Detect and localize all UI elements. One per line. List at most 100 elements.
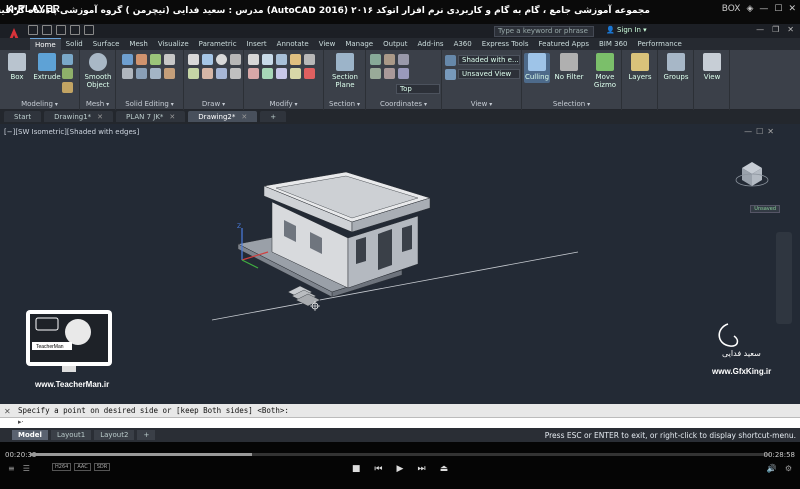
- ucs-y-icon[interactable]: [384, 68, 395, 79]
- visual-style-dropdown[interactable]: Shaded with e...: [458, 55, 520, 65]
- union-icon[interactable]: [122, 54, 133, 65]
- section-plane-button[interactable]: Section Plane: [328, 53, 362, 89]
- view-button[interactable]: View: [696, 53, 728, 81]
- seek-bar[interactable]: [30, 453, 770, 456]
- camera-icon[interactable]: [445, 69, 456, 80]
- drawing-canvas[interactable]: Z [−][SW Isometric][Shaded with edges] —…: [0, 124, 800, 404]
- thicken-icon[interactable]: [150, 68, 161, 79]
- copy-icon[interactable]: [262, 54, 273, 65]
- erase-icon[interactable]: [304, 68, 315, 79]
- ribbon-tab-express-tools[interactable]: Express Tools: [477, 38, 534, 50]
- ribbon-tab-add-ins[interactable]: Add-ins: [412, 38, 448, 50]
- panel-title-modify[interactable]: Modify: [244, 100, 323, 108]
- smooth-object-button[interactable]: Smooth Object: [82, 53, 114, 89]
- presspull-icon[interactable]: [62, 54, 73, 65]
- ribbon-tab-visualize[interactable]: Visualize: [153, 38, 194, 50]
- command-line-input[interactable]: ▸·: [0, 417, 800, 428]
- panel-title-modeling[interactable]: Modeling: [0, 100, 79, 108]
- sign-in-button[interactable]: 👤 Sign In ▾: [606, 26, 647, 34]
- ucs-world-icon[interactable]: [384, 54, 395, 65]
- ucs-x-icon[interactable]: [370, 68, 381, 79]
- ribbon-tab-mesh[interactable]: Mesh: [124, 38, 152, 50]
- spline-icon[interactable]: [230, 68, 241, 79]
- doc-tab[interactable]: Start: [4, 111, 42, 122]
- view-direction-dropdown[interactable]: Top: [396, 84, 440, 94]
- ribbon-tab-view[interactable]: View: [314, 38, 341, 50]
- panel-title-selection[interactable]: Selection: [522, 100, 621, 108]
- ribbon-tab-solid[interactable]: Solid: [61, 38, 88, 50]
- close-icon[interactable]: ✕: [767, 127, 774, 136]
- rectangle-icon[interactable]: [188, 68, 199, 79]
- panel-title-draw[interactable]: Draw: [184, 100, 243, 108]
- viewcube[interactable]: [734, 156, 770, 192]
- line-icon[interactable]: [188, 54, 199, 65]
- revolve-icon[interactable]: [62, 68, 73, 79]
- ribbon-tab-manage[interactable]: Manage: [340, 38, 378, 50]
- rotate-icon[interactable]: [276, 54, 287, 65]
- circle-icon[interactable]: [216, 54, 227, 65]
- viewport-icon[interactable]: [445, 55, 456, 66]
- array-icon[interactable]: [276, 68, 287, 79]
- undo-icon[interactable]: [70, 25, 80, 35]
- ribbon-tab-a360[interactable]: A360: [449, 38, 477, 50]
- extract-edges-icon[interactable]: [164, 68, 175, 79]
- minimize-icon[interactable]: —: [744, 127, 752, 136]
- panel-title-coordinates[interactable]: Coordinates: [366, 100, 441, 108]
- layout-tab-model[interactable]: Model: [12, 430, 48, 440]
- ribbon-tab-bim-360[interactable]: BIM 360: [594, 38, 633, 50]
- hatch-icon[interactable]: [216, 68, 227, 79]
- fillet-edge-icon[interactable]: [164, 54, 175, 65]
- ribbon-tab-performance[interactable]: Performance: [632, 38, 686, 50]
- mirror-icon[interactable]: [290, 54, 301, 65]
- eject-icon[interactable]: ⏏: [440, 464, 449, 474]
- subtract-icon[interactable]: [136, 54, 147, 65]
- groups-button[interactable]: Groups: [660, 53, 692, 81]
- fillet-icon[interactable]: [262, 68, 273, 79]
- layout-tab-layout1[interactable]: Layout1: [50, 430, 92, 440]
- panel-title-section[interactable]: Section: [324, 100, 365, 108]
- ribbon-tab-annotate[interactable]: Annotate: [272, 38, 314, 50]
- ribbon-tab-parametric[interactable]: Parametric: [194, 38, 242, 50]
- close-tab-icon[interactable]: ✕: [241, 113, 247, 121]
- saved-view-dropdown[interactable]: Unsaved View: [458, 69, 520, 79]
- ucs-unsaved-dropdown[interactable]: Unsaved: [750, 205, 780, 213]
- box-button[interactable]: Box: [4, 53, 30, 81]
- ribbon-tab-featured-apps[interactable]: Featured Apps: [534, 38, 594, 50]
- next-icon[interactable]: ⏭: [417, 464, 425, 474]
- stretch-icon[interactable]: [304, 54, 315, 65]
- panel-title-mesh[interactable]: Mesh: [80, 100, 115, 108]
- add-layout-button[interactable]: +: [137, 430, 156, 440]
- restore-icon[interactable]: ❐: [772, 25, 779, 34]
- ribbon-tab-surface[interactable]: Surface: [88, 38, 125, 50]
- panel-title-view[interactable]: View: [442, 100, 521, 108]
- move-gizmo-button[interactable]: Move Gizmo: [590, 53, 620, 89]
- panel-title-solid-editing[interactable]: Solid Editing: [116, 100, 183, 108]
- pin-icon[interactable]: ◈: [746, 4, 753, 14]
- layout-tab-layout2[interactable]: Layout2: [94, 430, 135, 440]
- trim-icon[interactable]: [248, 68, 259, 79]
- slice-icon[interactable]: [122, 68, 133, 79]
- intersect-icon[interactable]: [150, 54, 161, 65]
- play-icon[interactable]: ▶: [397, 464, 404, 474]
- navigation-bar[interactable]: [776, 232, 792, 324]
- viewport-controls-label[interactable]: [−][SW Isometric][Shaded with edges]: [4, 128, 139, 136]
- minimize-icon[interactable]: —: [759, 4, 768, 14]
- offset-icon[interactable]: [290, 68, 301, 79]
- minimize-icon[interactable]: —: [756, 25, 764, 34]
- doc-tab[interactable]: PLAN 7 JK* ✕: [116, 111, 186, 122]
- redo-icon[interactable]: [84, 25, 94, 35]
- doc-tab[interactable]: Drawing2* ✕: [188, 111, 258, 122]
- open-icon[interactable]: [42, 25, 52, 35]
- close-tab-icon[interactable]: ✕: [97, 113, 103, 121]
- doc-tab[interactable]: Drawing1* ✕: [44, 111, 114, 122]
- move-icon[interactable]: [248, 54, 259, 65]
- arc-icon[interactable]: [230, 54, 241, 65]
- previous-icon[interactable]: ⏮: [374, 464, 382, 474]
- ribbon-tab-output[interactable]: Output: [378, 38, 412, 50]
- extrude-button[interactable]: Extrude: [32, 53, 62, 81]
- close-icon[interactable]: ✕: [787, 25, 794, 34]
- culling-button[interactable]: Culling: [524, 53, 550, 83]
- ucs-icon[interactable]: [370, 54, 381, 65]
- layers-button[interactable]: Layers: [624, 53, 656, 81]
- polygon-icon[interactable]: [202, 68, 213, 79]
